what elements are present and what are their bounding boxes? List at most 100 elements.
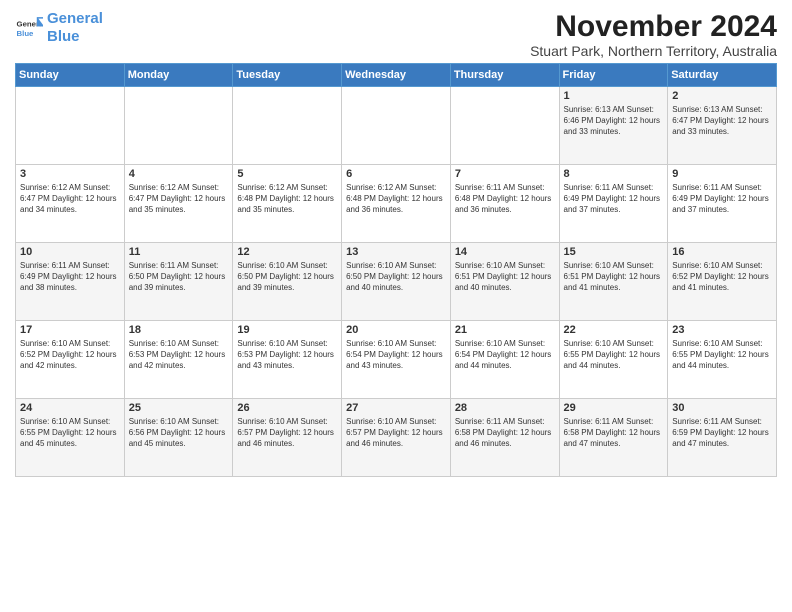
day-info: Sunrise: 6:13 AM Sunset: 6:46 PM Dayligh… xyxy=(564,104,664,138)
day-info: Sunrise: 6:10 AM Sunset: 6:52 PM Dayligh… xyxy=(672,260,772,294)
logo-text: General Blue xyxy=(47,10,103,46)
calendar-day: 4 Sunrise: 6:12 AM Sunset: 6:47 PM Daylig… xyxy=(124,165,233,243)
day-info: Sunrise: 6:10 AM Sunset: 6:54 PM Dayligh… xyxy=(346,338,446,372)
day-number: 11 xyxy=(129,246,229,258)
calendar-day: 2 Sunrise: 6:13 AM Sunset: 6:47 PM Daylig… xyxy=(668,87,777,165)
day-info: Sunrise: 6:10 AM Sunset: 6:55 PM Dayligh… xyxy=(672,338,772,372)
calendar-day: 24Sunrise: 6:10 AM Sunset: 6:55 PM Dayli… xyxy=(16,399,125,477)
calendar-day: 3 Sunrise: 6:12 AM Sunset: 6:47 PM Daylig… xyxy=(16,165,125,243)
day-number: 9 xyxy=(672,168,772,180)
calendar-day: 25Sunrise: 6:10 AM Sunset: 6:56 PM Dayli… xyxy=(124,399,233,477)
day-number: 30 xyxy=(672,402,772,414)
day-number: 18 xyxy=(129,324,229,336)
day-number: 25 xyxy=(129,402,229,414)
day-number: 28 xyxy=(455,402,555,414)
calendar-day: 16 Sunrise: 6:10 AM Sunset: 6:52 PM Dayli… xyxy=(668,243,777,321)
calendar-header-row: Sunday Monday Tuesday Wednesday Thursday… xyxy=(16,64,777,87)
col-sunday: Sunday xyxy=(16,64,125,87)
day-info: Sunrise: 6:10 AM Sunset: 6:52 PM Dayligh… xyxy=(20,338,120,372)
day-number: 6 xyxy=(346,168,446,180)
day-info: Sunrise: 6:12 AM Sunset: 6:47 PM Dayligh… xyxy=(20,182,120,216)
calendar-day xyxy=(124,87,233,165)
calendar-week-4: 17 Sunrise: 6:10 AM Sunset: 6:52 PM Dayli… xyxy=(16,321,777,399)
calendar-day: 19Sunrise: 6:10 AM Sunset: 6:53 PM Dayli… xyxy=(233,321,342,399)
calendar-day: 20 Sunrise: 6:10 AM Sunset: 6:54 PM Dayli… xyxy=(342,321,451,399)
calendar-week-3: 10 Sunrise: 6:11 AM Sunset: 6:49 PM Dayli… xyxy=(16,243,777,321)
calendar-day: 17 Sunrise: 6:10 AM Sunset: 6:52 PM Dayli… xyxy=(16,321,125,399)
day-number: 19 xyxy=(237,324,337,336)
day-number: 17 xyxy=(20,324,120,336)
calendar-day xyxy=(342,87,451,165)
page-container: General Blue General Blue November 2024 … xyxy=(0,0,792,482)
day-info: Sunrise: 6:11 AM Sunset: 6:49 PM Dayligh… xyxy=(20,260,120,294)
calendar-day: 12Sunrise: 6:10 AM Sunset: 6:50 PM Dayli… xyxy=(233,243,342,321)
calendar-week-2: 3 Sunrise: 6:12 AM Sunset: 6:47 PM Daylig… xyxy=(16,165,777,243)
page-title: November 2024 xyxy=(530,10,777,43)
day-info: Sunrise: 6:12 AM Sunset: 6:47 PM Dayligh… xyxy=(129,182,229,216)
day-number: 27 xyxy=(346,402,446,414)
day-number: 23 xyxy=(672,324,772,336)
logo-line2: Blue xyxy=(47,28,80,45)
calendar-table: Sunday Monday Tuesday Wednesday Thursday… xyxy=(15,63,777,477)
day-number: 3 xyxy=(20,168,120,180)
day-info: Sunrise: 6:10 AM Sunset: 6:51 PM Dayligh… xyxy=(455,260,555,294)
day-number: 29 xyxy=(564,402,664,414)
calendar-day xyxy=(16,87,125,165)
logo-line1: General xyxy=(47,10,103,27)
calendar-day: 26 Sunrise: 6:10 AM Sunset: 6:57 PM Dayli… xyxy=(233,399,342,477)
day-number: 7 xyxy=(455,168,555,180)
day-info: Sunrise: 6:12 AM Sunset: 6:48 PM Dayligh… xyxy=(237,182,337,216)
col-tuesday: Tuesday xyxy=(233,64,342,87)
calendar-day: 13Sunrise: 6:10 AM Sunset: 6:50 PM Dayli… xyxy=(342,243,451,321)
day-number: 26 xyxy=(237,402,337,414)
day-info: Sunrise: 6:11 AM Sunset: 6:49 PM Dayligh… xyxy=(672,182,772,216)
day-info: Sunrise: 6:10 AM Sunset: 6:50 PM Dayligh… xyxy=(237,260,337,294)
calendar-day: 15 Sunrise: 6:10 AM Sunset: 6:51 PM Dayli… xyxy=(559,243,668,321)
calendar-day: 6 Sunrise: 6:12 AM Sunset: 6:48 PM Daylig… xyxy=(342,165,451,243)
calendar-day: 21Sunrise: 6:10 AM Sunset: 6:54 PM Dayli… xyxy=(450,321,559,399)
day-number: 8 xyxy=(564,168,664,180)
calendar-day: 18Sunrise: 6:10 AM Sunset: 6:53 PM Dayli… xyxy=(124,321,233,399)
calendar-day: 23 Sunrise: 6:10 AM Sunset: 6:55 PM Dayli… xyxy=(668,321,777,399)
calendar-week-1: 1Sunrise: 6:13 AM Sunset: 6:46 PM Daylig… xyxy=(16,87,777,165)
col-monday: Monday xyxy=(124,64,233,87)
calendar-week-5: 24Sunrise: 6:10 AM Sunset: 6:55 PM Dayli… xyxy=(16,399,777,477)
calendar-day: 7 Sunrise: 6:11 AM Sunset: 6:48 PM Daylig… xyxy=(450,165,559,243)
day-number: 10 xyxy=(20,246,120,258)
calendar-day: 30 Sunrise: 6:11 AM Sunset: 6:59 PM Dayli… xyxy=(668,399,777,477)
day-info: Sunrise: 6:12 AM Sunset: 6:48 PM Dayligh… xyxy=(346,182,446,216)
day-number: 22 xyxy=(564,324,664,336)
calendar-day: 10 Sunrise: 6:11 AM Sunset: 6:49 PM Dayli… xyxy=(16,243,125,321)
day-number: 21 xyxy=(455,324,555,336)
calendar-day: 14Sunrise: 6:10 AM Sunset: 6:51 PM Dayli… xyxy=(450,243,559,321)
day-info: Sunrise: 6:10 AM Sunset: 6:55 PM Dayligh… xyxy=(564,338,664,372)
day-info: Sunrise: 6:10 AM Sunset: 6:51 PM Dayligh… xyxy=(564,260,664,294)
day-info: Sunrise: 6:10 AM Sunset: 6:57 PM Dayligh… xyxy=(346,416,446,450)
day-number: 16 xyxy=(672,246,772,258)
day-info: Sunrise: 6:13 AM Sunset: 6:47 PM Dayligh… xyxy=(672,104,772,138)
day-number: 4 xyxy=(129,168,229,180)
day-info: Sunrise: 6:11 AM Sunset: 6:58 PM Dayligh… xyxy=(564,416,664,450)
day-number: 2 xyxy=(672,90,772,102)
calendar-day: 22 Sunrise: 6:10 AM Sunset: 6:55 PM Dayli… xyxy=(559,321,668,399)
day-info: Sunrise: 6:11 AM Sunset: 6:48 PM Dayligh… xyxy=(455,182,555,216)
calendar-day: 8Sunrise: 6:11 AM Sunset: 6:49 PM Daylig… xyxy=(559,165,668,243)
calendar-day: 27 Sunrise: 6:10 AM Sunset: 6:57 PM Dayli… xyxy=(342,399,451,477)
day-info: Sunrise: 6:10 AM Sunset: 6:55 PM Dayligh… xyxy=(20,416,120,450)
day-info: Sunrise: 6:10 AM Sunset: 6:50 PM Dayligh… xyxy=(346,260,446,294)
svg-text:Blue: Blue xyxy=(17,29,35,38)
day-info: Sunrise: 6:10 AM Sunset: 6:57 PM Dayligh… xyxy=(237,416,337,450)
col-friday: Friday xyxy=(559,64,668,87)
logo: General Blue General Blue xyxy=(15,10,103,46)
calendar-day xyxy=(450,87,559,165)
calendar-day: 9 Sunrise: 6:11 AM Sunset: 6:49 PM Daylig… xyxy=(668,165,777,243)
calendar-day: 29 Sunrise: 6:11 AM Sunset: 6:58 PM Dayli… xyxy=(559,399,668,477)
calendar-day: 28Sunrise: 6:11 AM Sunset: 6:58 PM Dayli… xyxy=(450,399,559,477)
day-info: Sunrise: 6:11 AM Sunset: 6:59 PM Dayligh… xyxy=(672,416,772,450)
calendar-day: 5Sunrise: 6:12 AM Sunset: 6:48 PM Daylig… xyxy=(233,165,342,243)
day-number: 20 xyxy=(346,324,446,336)
page-subtitle: Stuart Park, Northern Territory, Austral… xyxy=(530,43,777,59)
title-block: November 2024 Stuart Park, Northern Terr… xyxy=(530,10,777,59)
day-number: 15 xyxy=(564,246,664,258)
logo-icon: General Blue xyxy=(15,14,43,42)
